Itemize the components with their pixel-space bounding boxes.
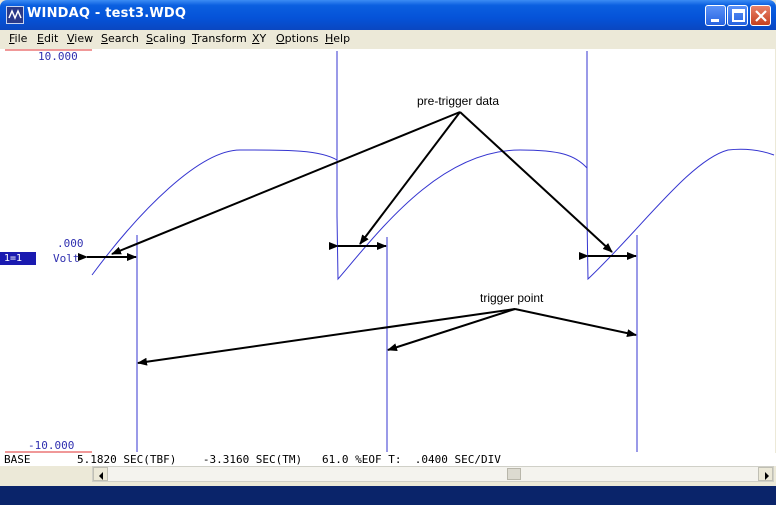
horizontal-scrollbar[interactable] — [92, 466, 774, 482]
pre-trigger-label: pre-trigger data — [417, 94, 499, 108]
scroll-left-button[interactable] — [93, 467, 108, 481]
y-axis-max-label: 10.000 — [38, 50, 78, 63]
y-axis-zero-label: .000 — [57, 237, 84, 250]
scroll-right-button[interactable] — [758, 467, 773, 481]
status-readout: 5.1820 SEC(TBF) -3.3160 SEC(TM) 61.0 %EO… — [77, 453, 501, 466]
lower-left-panel — [0, 466, 92, 486]
scroll-thumb[interactable] — [507, 468, 521, 480]
waveform-plot[interactable]: pre-trigger data trigger point — [0, 0, 776, 486]
channel-badge[interactable]: 1=1 — [0, 252, 36, 265]
y-axis-unit-label: Volt — [53, 252, 80, 265]
status-base-field: BASE — [4, 453, 72, 467]
y-axis-min-label: -10.000 — [28, 439, 75, 452]
status-base-label: BASE — [4, 453, 31, 466]
windaq-window: WINDAQ - test3.WDQ File Edit View Search… — [0, 0, 776, 486]
status-bar: BASE 5.1820 SEC(TBF) -3.3160 SEC(TM) 61.… — [0, 453, 776, 467]
trigger-point-label: trigger point — [480, 291, 544, 305]
